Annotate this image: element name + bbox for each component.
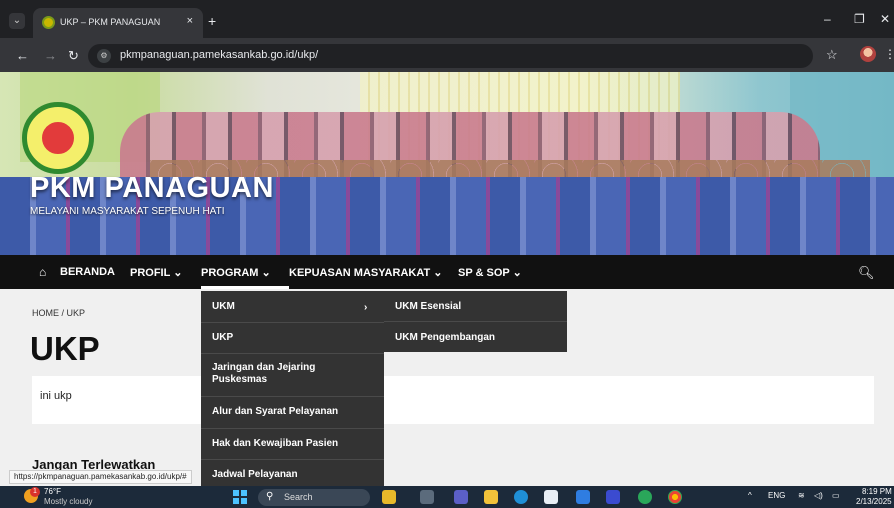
- site-tagline: MELAYANI MASYARAKAT SEPENUH HATI: [30, 206, 225, 217]
- windows-taskbar: 1 76°F Mostly cloudy ⚲ Search ^ ENG ≋ ◁)…: [0, 486, 894, 508]
- status-bar-url: https://pkmpanaguan.pamekasankab.go.id/u…: [9, 470, 192, 484]
- close-window-icon[interactable]: ✕: [880, 12, 890, 26]
- site-favicon-icon: [42, 16, 55, 29]
- weather-alert-badge: 1: [30, 487, 40, 497]
- weather-description[interactable]: Mostly cloudy: [44, 497, 92, 506]
- site-info-icon[interactable]: ⚙: [97, 49, 111, 63]
- minimize-icon[interactable]: –: [824, 12, 831, 26]
- browser-menu-icon[interactable]: ⋮: [884, 47, 894, 61]
- chrome-icon[interactable]: [668, 490, 682, 504]
- page-title: UKP: [30, 330, 100, 367]
- file-explorer-icon[interactable]: [484, 490, 498, 504]
- logo-emblem-icon: [39, 119, 77, 157]
- whatsapp-icon[interactable]: [638, 490, 652, 504]
- tab-title: UKP – PKM PANAGUAN: [60, 17, 161, 27]
- windows-start-icon[interactable]: [233, 490, 247, 504]
- forward-icon[interactable]: →: [44, 48, 57, 63]
- chevron-right-icon: ›: [364, 302, 368, 313]
- program-dropdown-menu: UKM › UKP Jaringan dan Jejaring Puskesma…: [201, 291, 384, 487]
- ukm-submenu: UKM Esensial UKM Pengembangan: [384, 291, 567, 352]
- menu-item-alur-syarat[interactable]: Alur dan Syarat Pelayanan: [212, 406, 338, 418]
- breadcrumb[interactable]: HOME / UKP: [32, 308, 85, 318]
- restore-icon[interactable]: ❐: [854, 12, 865, 26]
- app-icon[interactable]: [606, 490, 620, 504]
- edge-icon[interactable]: [514, 490, 528, 504]
- weather-temperature[interactable]: 76°F: [44, 487, 61, 496]
- task-view-icon[interactable]: [420, 490, 434, 504]
- search-icon: ⚲: [266, 491, 274, 502]
- menu-divider: [384, 321, 567, 322]
- submenu-item-ukm-pengembangan[interactable]: UKM Pengembangan: [395, 332, 495, 344]
- taskbar-search-box[interactable]: ⚲ Search: [258, 489, 370, 506]
- new-tab-icon[interactable]: +: [208, 13, 216, 29]
- tab-close-icon[interactable]: ×: [187, 15, 193, 27]
- nav-sp-sop[interactable]: SP & SOP ⌄: [458, 266, 522, 279]
- volume-icon[interactable]: ◁): [814, 491, 823, 500]
- content-card: ini ukp: [32, 376, 874, 424]
- clock-time[interactable]: 8:19 PM: [862, 487, 892, 496]
- menu-item-ukm[interactable]: UKM: [212, 301, 235, 313]
- app-icon[interactable]: [576, 490, 590, 504]
- content-body-text: ini ukp: [40, 390, 72, 402]
- url-text[interactable]: pkmpanaguan.pamekasankab.go.id/ukp/: [120, 49, 318, 61]
- menu-divider: [201, 459, 384, 460]
- menu-item-hak-kewajiban[interactable]: Hak dan Kewajiban Pasien: [212, 438, 338, 450]
- nav-profil[interactable]: PROFIL ⌄: [130, 266, 182, 279]
- site-title[interactable]: PKM PANAGUAN: [30, 172, 274, 205]
- back-icon[interactable]: ←: [16, 48, 29, 63]
- browser-toolbar: ← → ↻ ⚙ pkmpanaguan.pamekasankab.go.id/u…: [0, 38, 894, 72]
- menu-divider: [201, 322, 384, 323]
- search-icon[interactable]: 🔍︎: [858, 265, 875, 281]
- language-indicator[interactable]: ENG: [768, 491, 785, 500]
- nav-program[interactable]: PROGRAM ⌄: [201, 266, 271, 279]
- submenu-item-ukm-esensial[interactable]: UKM Esensial: [395, 301, 461, 313]
- bookmark-star-icon[interactable]: ☆: [826, 47, 838, 63]
- menu-divider: [201, 428, 384, 429]
- battery-icon[interactable]: ▭: [832, 491, 840, 500]
- reload-icon[interactable]: ↻: [68, 48, 79, 64]
- taskbar-search-label: Search: [284, 492, 313, 502]
- puskesmas-logo[interactable]: [22, 102, 94, 174]
- browser-tab-bar: ⌄ UKP – PKM PANAGUAN × + – ❐ ✕: [0, 0, 894, 38]
- widgets-icon[interactable]: [382, 490, 396, 504]
- clock-date[interactable]: 2/13/2025: [856, 497, 892, 506]
- tab-search-icon[interactable]: ⌄: [9, 13, 25, 29]
- hero-banner: PKM PANAGUAN MELAYANI MASYARAKAT SEPENUH…: [0, 72, 894, 255]
- home-icon[interactable]: ⌂: [39, 265, 46, 279]
- menu-item-jadwal[interactable]: Jadwal Pelayanan: [212, 469, 298, 481]
- nav-kepuasan-masyarakat[interactable]: KEPUASAN MASYARAKAT ⌄: [289, 266, 442, 279]
- profile-avatar-icon[interactable]: [860, 46, 876, 62]
- menu-item-ukp[interactable]: UKP: [212, 332, 233, 344]
- address-bar[interactable]: ⚙ pkmpanaguan.pamekasankab.go.id/ukp/: [88, 44, 813, 68]
- browser-tab[interactable]: UKP – PKM PANAGUAN ×: [33, 8, 203, 38]
- teams-icon[interactable]: [454, 490, 468, 504]
- menu-divider: [201, 353, 384, 354]
- main-navigation: ⌂ BERANDA PROFIL ⌄ PROGRAM ⌄ KEPUASAN MA…: [0, 255, 894, 289]
- nav-beranda[interactable]: BERANDA: [60, 266, 115, 278]
- tray-chevron-up-icon[interactable]: ^: [748, 491, 752, 500]
- menu-divider: [201, 396, 384, 397]
- menu-item-jaringan[interactable]: Jaringan dan Jejaring Puskesmas: [212, 362, 352, 386]
- wifi-icon[interactable]: ≋: [798, 491, 805, 500]
- store-icon[interactable]: [544, 490, 558, 504]
